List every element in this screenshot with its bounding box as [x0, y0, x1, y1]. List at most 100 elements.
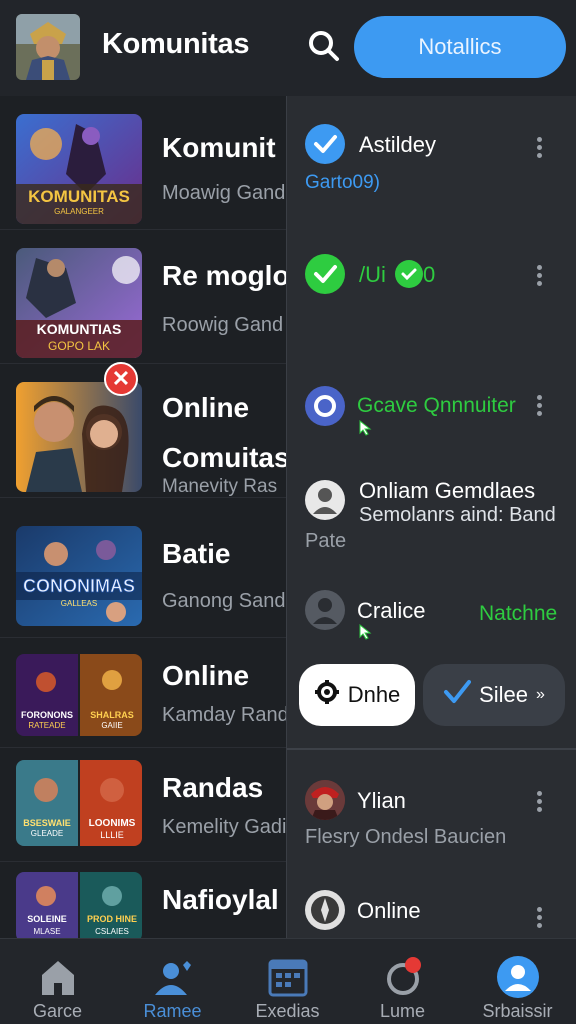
notifications-button[interactable]: Notallics: [354, 16, 566, 78]
item-title-line2: Comuitas: [162, 442, 288, 473]
people-icon: [151, 955, 195, 999]
check-icon: [395, 260, 423, 288]
nav-home[interactable]: Garce: [0, 939, 115, 1024]
home-icon: [36, 955, 80, 999]
list-item[interactable]: KOMUNTIAS GOPO LAK Re moglo Roowig Gand: [0, 230, 288, 364]
thumb-text: PROD HINE: [87, 914, 137, 924]
thumb-text: FORONONS: [21, 710, 73, 720]
page-title: Komunitas: [102, 28, 250, 60]
nav-profile[interactable]: Srbaissir: [460, 939, 575, 1024]
more-options-icon[interactable]: [533, 788, 545, 816]
notification-name: Onliam Gemdlaes: [359, 478, 536, 503]
game-thumbnail: FORONONS RATEADE SHALRAS GAIIE: [16, 654, 142, 736]
more-options-icon[interactable]: [533, 392, 545, 420]
close-icon[interactable]: ✕: [104, 362, 138, 396]
game-thumbnail: [16, 382, 142, 492]
notification-sub: Pate: [305, 530, 347, 552]
notification-item[interactable]: Online: [287, 890, 576, 936]
list-item[interactable]: KOMUNITAS GALANGEER Komunit Moawig Gand: [0, 96, 288, 230]
notification-sub: Garto09): [305, 172, 380, 193]
more-options-icon[interactable]: [533, 262, 545, 290]
user-avatar: [305, 780, 345, 820]
notification-item[interactable]: Gcave Qnnnuiter: [287, 386, 576, 446]
thumb-text: GALLEAS: [61, 599, 97, 608]
item-title: Online: [162, 392, 250, 423]
notification-name: /Ui: [359, 262, 386, 287]
notifications-panel: Astildey Garto09) /Ui 0 Gcave Qnnnuiter …: [286, 96, 576, 938]
list-item[interactable]: SOLEINE MLASE PROD HINE CSLAIES Nafioyla…: [0, 862, 288, 938]
notification-name: Astildey: [359, 132, 437, 157]
notification-item[interactable]: Cralice Natchne: [287, 590, 576, 640]
community-list: KOMUNITAS GALANGEER Komunit Moawig Gand …: [0, 96, 288, 938]
notification-detail: Semolanrs aind: Band: [359, 504, 556, 526]
list-item[interactable]: ✕ Online Comuitas Manevity Ras: [0, 362, 288, 498]
thumb-text: LOONIMS: [89, 818, 136, 829]
notification-name: Cralice: [357, 598, 426, 623]
more-options-icon[interactable]: [533, 904, 545, 932]
nav-label: Exedias: [255, 1001, 320, 1021]
item-title: Randas: [162, 772, 264, 803]
nav-lume[interactable]: Lume: [345, 939, 460, 1024]
user-avatar-icon: [305, 590, 345, 630]
item-subtitle: Kamday Rand: [162, 704, 288, 726]
thumb-text: SOLEINE: [27, 914, 67, 924]
nav-label: Srbaissir: [482, 1001, 553, 1021]
user-avatar-icon: [305, 480, 345, 520]
list-item[interactable]: CONONIMAS GALLEAS Batie Ganong Sand: [0, 510, 288, 638]
profile-icon: [496, 955, 540, 999]
notification-badge: 0: [423, 262, 436, 287]
notification-item[interactable]: Astildey Garto09): [287, 124, 576, 214]
thumb-text: GAIIE: [101, 721, 122, 730]
game-thumbnail: KOMUNITAS GALANGEER: [16, 114, 142, 224]
notification-item[interactable]: Onliam Gemdlaes Semolanrs aind: Band Pat…: [287, 478, 576, 558]
item-title: Batie: [162, 538, 231, 569]
ring-icon: [305, 386, 345, 426]
chevron-right-icon: »: [536, 686, 545, 703]
thumb-text: KOMUNTIAS: [37, 321, 122, 337]
emblem-icon: [305, 890, 345, 930]
done-button[interactable]: Dnhe: [299, 664, 415, 726]
community-avatar[interactable]: [16, 14, 80, 80]
thumb-text: GALANGEER: [54, 207, 104, 216]
thumb-text: RATEADE: [28, 721, 65, 730]
notification-item[interactable]: Ylian Flesry Ondesl Baucien: [287, 780, 576, 850]
item-subtitle: Roowig Gand: [162, 314, 284, 336]
game-thumbnail: BSESWAIE GLEADE LOONIMS LLLIE: [16, 760, 142, 846]
game-thumbnail: SOLEINE MLASE PROD HINE CSLAIES: [16, 872, 142, 938]
item-subtitle: Kemelity Gadi: [162, 816, 287, 838]
nav-label: Garce: [32, 1001, 83, 1021]
thumb-text: GOPO LAK: [48, 339, 110, 353]
thumb-text: LLLIE: [100, 830, 124, 840]
check-icon: [305, 254, 345, 294]
bottom-nav: Garce Ramee Exedias Lume Srbaissir: [0, 938, 576, 1024]
done-label: Dnhe: [347, 682, 401, 707]
notification-item[interactable]: /Ui 0: [287, 254, 576, 304]
item-subtitle: Manevity Ras: [162, 476, 278, 497]
list-item[interactable]: FORONONS RATEADE SHALRAS GAIIE Online Ka…: [0, 638, 288, 748]
thumb-text: CONONIMAS: [23, 576, 135, 596]
silee-button[interactable]: Silee »: [423, 664, 565, 726]
search-icon[interactable]: [306, 28, 342, 64]
divider: [287, 748, 576, 750]
check-icon: [305, 124, 345, 164]
gear-icon: [314, 679, 340, 711]
nav-label: Ramee: [143, 1001, 202, 1021]
nav-label: Lume: [379, 1001, 426, 1021]
notification-sub: Flesry Ondesl Baucien: [305, 826, 507, 848]
thumb-text: SHALRAS: [90, 710, 134, 720]
item-subtitle: Moawig Gand: [162, 182, 286, 204]
silee-label: Silee: [479, 682, 528, 707]
game-thumbnail: KOMUNTIAS GOPO LAK: [16, 248, 142, 358]
nav-people[interactable]: Ramee: [115, 939, 230, 1024]
item-title: Komunit: [162, 132, 276, 163]
thumb-text: CSLAIES: [95, 927, 129, 936]
notification-name: Online: [357, 898, 421, 923]
nav-events[interactable]: Exedias: [230, 939, 345, 1024]
status-label: Natchne: [479, 602, 558, 625]
more-options-icon[interactable]: [533, 134, 545, 162]
top-bar: Komunitas Notallics: [0, 0, 576, 96]
item-subtitle: Ganong Sand: [162, 590, 286, 612]
list-item[interactable]: BSESWAIE GLEADE LOONIMS LLLIE Randas Kem…: [0, 748, 288, 862]
cursor-icon: [359, 419, 373, 441]
thumb-text: BSESWAIE: [23, 818, 71, 828]
